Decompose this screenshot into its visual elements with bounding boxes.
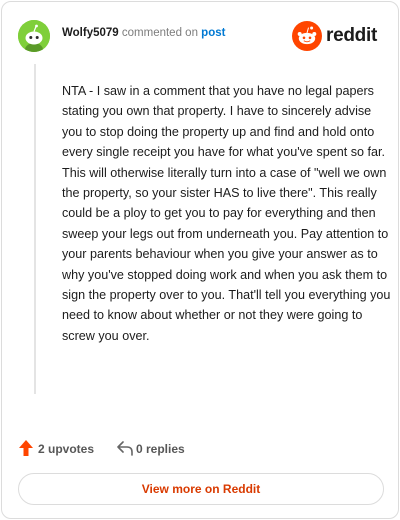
view-more-button[interactable]: View more on Reddit [18, 473, 384, 505]
reddit-snoo-icon [292, 21, 322, 51]
snoo-avatar-icon [18, 20, 50, 52]
comment-body: NTA - I saw in a comment that you have n… [62, 84, 391, 343]
thread-line [34, 64, 36, 394]
upvote-arrow-icon [19, 440, 33, 456]
reddit-logo[interactable]: reddit [292, 21, 382, 51]
reddit-wordmark: reddit [326, 25, 377, 46]
user-avatar[interactable] [18, 20, 50, 52]
reply-button[interactable]: 0 replies [116, 438, 206, 460]
comment-meta: Wolfy5079 commented on post [62, 27, 225, 39]
username-link[interactable]: Wolfy5079 [62, 27, 119, 39]
post-link[interactable]: post [201, 27, 225, 39]
comment-header: Wolfy5079 commented on post reddit [18, 18, 382, 54]
reply-arrow-icon [117, 441, 133, 456]
reply-count: 0 replies [136, 442, 185, 456]
comment-actions: 2 upvotes 0 replies [18, 438, 378, 460]
upvote-button[interactable]: 2 upvotes [18, 438, 108, 460]
upvote-count: 2 upvotes [38, 442, 95, 456]
embedded-comment-card: Wolfy5079 commented on post reddit NTA -… [1, 1, 399, 519]
action-text: commented on [121, 27, 198, 39]
